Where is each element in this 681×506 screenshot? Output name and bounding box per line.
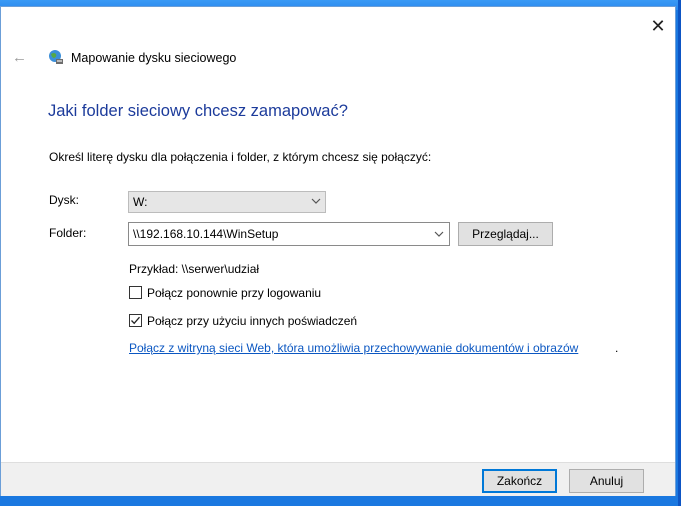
- reconnect-checkbox[interactable]: [129, 286, 142, 299]
- chevron-down-icon: [311, 198, 321, 204]
- link-trailing-period: .: [615, 341, 619, 355]
- window-title: Mapowanie dysku sieciowego: [71, 51, 237, 65]
- chevron-down-icon[interactable]: [434, 229, 444, 239]
- drive-select[interactable]: W:: [128, 191, 326, 213]
- reconnect-checkbox-row[interactable]: Połącz ponownie przy logowaniu: [129, 286, 321, 300]
- credentials-checkbox-row[interactable]: Połącz przy użyciu innych poświadczeń: [129, 314, 357, 328]
- folder-input[interactable]: \\192.168.10.144\WinSetup: [128, 222, 450, 246]
- credentials-label: Połącz przy użyciu innych poświadczeń: [147, 314, 358, 328]
- folder-label: Folder:: [49, 226, 87, 240]
- browse-button[interactable]: Przeglądaj...: [458, 222, 553, 246]
- page-title: Jaki folder sieciowy chcesz zamapować?: [48, 102, 348, 120]
- back-arrow-icon[interactable]: ←: [12, 49, 27, 66]
- button-bar: Zakończ Anuluj: [1, 462, 675, 496]
- checkmark-icon: [131, 316, 140, 325]
- credentials-checkbox[interactable]: [129, 314, 142, 327]
- cancel-button[interactable]: Anuluj: [569, 469, 644, 493]
- reconnect-label: Połącz ponownie przy logowaniu: [147, 286, 322, 300]
- close-icon[interactable]: ✕: [645, 16, 671, 36]
- folder-value: \\192.168.10.144\WinSetup: [133, 227, 279, 241]
- drive-value: W:: [133, 195, 148, 209]
- drive-label: Dysk:: [49, 193, 79, 207]
- example-text: Przykład: \\serwer\udział: [129, 262, 260, 276]
- instruction-text: Określ literę dysku dla połączenia i fol…: [49, 150, 432, 164]
- web-storage-link[interactable]: Połącz z witryną sieci Web, która umożli…: [129, 341, 578, 355]
- finish-button[interactable]: Zakończ: [482, 469, 557, 493]
- map-network-drive-dialog: ✕ ← Mapowanie dysku sieciowego Jaki fold…: [0, 6, 676, 496]
- network-drive-icon: [49, 50, 63, 64]
